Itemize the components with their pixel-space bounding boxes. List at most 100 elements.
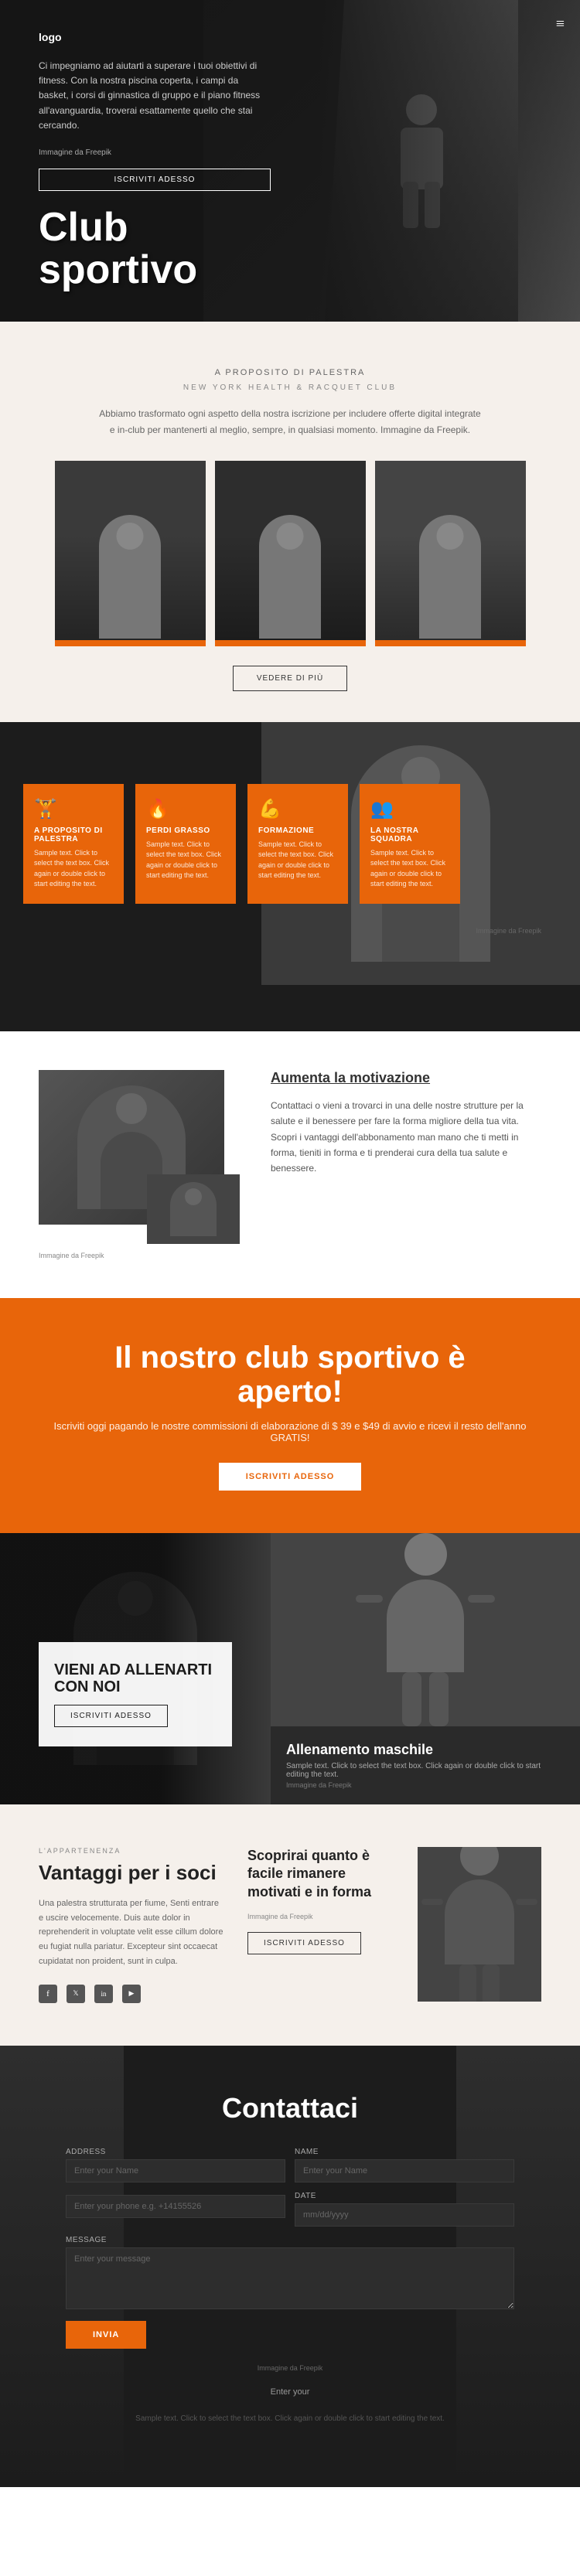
- about-images-row: [39, 461, 541, 646]
- contact-section: Contattaci Address Name Date Message: [0, 2046, 580, 2487]
- hero-attribution: Immagine da Freepik: [39, 148, 271, 157]
- twitter-icon[interactable]: 𝕏: [67, 1985, 85, 2003]
- athlete-figure-2: [215, 461, 366, 646]
- feature-text-4: Sample text. Click to select the text bo…: [370, 848, 449, 890]
- figure-2: [259, 515, 321, 639]
- hamburger-icon: ≡: [556, 15, 565, 32]
- feature-text-1: Sample text. Click to select the text bo…: [34, 848, 113, 890]
- train-right-info: Allenamento maschile Sample text. Click …: [271, 1726, 580, 1804]
- orange-bar-3: [375, 640, 526, 646]
- membership-tag: L'APPARTENENZA: [39, 1847, 224, 1855]
- see-more-button[interactable]: VEDERE DI PIÙ: [233, 666, 347, 691]
- train-right-text: Sample text. Click to select the text bo…: [286, 1762, 565, 1779]
- hero-description: Ci impegniamo ad aiutarti a superare i t…: [39, 59, 271, 133]
- orange-cta-section: Il nostro club sportivo è aperto! Iscriv…: [0, 1298, 580, 1533]
- date-input[interactable]: [295, 2203, 514, 2227]
- name-field-group: Name: [295, 2148, 514, 2182]
- name-label: Name: [295, 2148, 514, 2156]
- feature-card-3: 💪 FORMAZIONE Sample text. Click to selec…: [247, 784, 348, 904]
- feature-text-2: Sample text. Click to select the text bo…: [146, 840, 225, 881]
- feature-cards-container: 🏋 A PROPOSITO DI PALESTRA Sample text. C…: [23, 753, 557, 935]
- train-left-column: VIENI AD ALLENARTI CON NOI ISCRIVITI ADE…: [0, 1533, 271, 1804]
- hero-cta-button[interactable]: ISCRIVITI ADESSO: [39, 169, 271, 191]
- message-label: Message: [66, 2236, 514, 2244]
- train-signup-button[interactable]: ISCRIVITI ADESSO: [54, 1705, 168, 1727]
- feature-text-3: Sample text. Click to select the text bo…: [258, 840, 337, 881]
- train-section: VIENI AD ALLENARTI CON NOI ISCRIVITI ADE…: [0, 1533, 580, 1804]
- gym-icon: 🏋: [34, 798, 113, 820]
- address-field-group: Address: [66, 2148, 285, 2182]
- hero-content: logo Ci impegniamo ad aiutarti a superar…: [0, 0, 309, 322]
- membership-title: Vantaggi per i soci: [39, 1861, 224, 1885]
- membership-signup-button[interactable]: ISCRIVITI ADESSO: [247, 1932, 361, 1954]
- feature-title-4: LA NOSTRA SQUADRA: [370, 826, 449, 843]
- footer-sample-text: Sample text. Click to select the text bo…: [66, 2412, 514, 2425]
- phone-input[interactable]: [66, 2195, 285, 2218]
- submit-button[interactable]: INVIA: [66, 2321, 146, 2349]
- train-right-title: Allenamento maschile: [286, 1742, 565, 1758]
- date-field-group: Date: [295, 2192, 514, 2227]
- contact-title: Contattaci: [39, 2092, 541, 2125]
- youtube-icon[interactable]: ▶: [122, 1985, 141, 2003]
- train-info-box: VIENI AD ALLENARTI CON NOI ISCRIVITI ADE…: [39, 1642, 232, 1746]
- motivation-main-image: [39, 1070, 224, 1225]
- athlete-figure-3: [375, 461, 526, 646]
- contact-attribution: Immagine da Freepik: [39, 2364, 541, 2372]
- figure-1: [99, 515, 161, 639]
- orange-bar-2: [215, 640, 366, 646]
- motivation-title-link[interactable]: Aumenta la motivazione: [271, 1070, 541, 1086]
- feature-title-1: A PROPOSITO DI PALESTRA: [34, 826, 113, 843]
- motivation-section: Immagine da Freepik Aumenta la motivazio…: [0, 1031, 580, 1298]
- fire-icon: 🔥: [146, 798, 225, 820]
- facebook-icon[interactable]: f: [39, 1985, 57, 2003]
- phone-field-group: [66, 2192, 285, 2227]
- about-image-3: [375, 461, 526, 646]
- motivation-image-column: Immagine da Freepik: [39, 1070, 240, 1259]
- feature-card-4: 👥 LA NOSTRA SQUADRA Sample text. Click t…: [360, 784, 460, 904]
- feature-title-3: FORMAZIONE: [258, 826, 337, 835]
- athlete-figure-1: [55, 461, 206, 646]
- about-image-2: [215, 461, 366, 646]
- orange-cta-button[interactable]: ISCRIVITI ADESSO: [219, 1463, 362, 1491]
- address-label: Address: [66, 2148, 285, 2156]
- feature-card-2: 🔥 PERDI GRASSO Sample text. Click to sel…: [135, 784, 236, 904]
- features-section: 🏋 A PROPOSITO DI PALESTRA Sample text. C…: [0, 722, 580, 1031]
- membership-description: Una palestra strutturata per fiume, Sent…: [39, 1896, 224, 1968]
- orange-cta-title: Il nostro club sportivo è aperto!: [39, 1341, 541, 1409]
- features-attribution: Immagine da Freepik: [15, 927, 549, 946]
- feature-card-1: 🏋 A PROPOSITO DI PALESTRA Sample text. C…: [23, 784, 124, 904]
- hero-section: logo Ci impegniamo ad aiutarti a superar…: [0, 0, 580, 322]
- team-icon: 👥: [370, 798, 449, 820]
- feature-title-2: PERDI GRASSO: [146, 826, 225, 835]
- menu-icon[interactable]: ≡: [556, 15, 565, 33]
- membership-image: [418, 1847, 541, 2002]
- date-label: Date: [295, 2192, 514, 2200]
- membership-middle-title: Scoprirai quanto è facile rimanere motiv…: [247, 1847, 394, 1901]
- orange-bar-1: [55, 640, 206, 646]
- message-textarea[interactable]: [66, 2247, 514, 2309]
- membership-left-column: L'APPARTENENZA Vantaggi per i soci Una p…: [39, 1847, 224, 2003]
- train-attribution: Immagine da Freepik: [286, 1781, 565, 1789]
- linkedin-icon[interactable]: in: [94, 1985, 113, 2003]
- message-field-group: Message: [66, 2236, 514, 2309]
- motivation-content: Aumenta la motivazione Contattaci o vien…: [271, 1070, 541, 1192]
- train-male-image: [271, 1533, 580, 1726]
- address-input[interactable]: [66, 2159, 285, 2182]
- membership-middle-column: Scoprirai quanto è facile rimanere motiv…: [247, 1847, 394, 2003]
- motivation-attribution: Immagine da Freepik: [39, 1252, 240, 1259]
- figure-3: [419, 515, 481, 639]
- membership-image-column: [418, 1847, 541, 2003]
- about-subtitle: A proposito di palestra: [39, 368, 541, 377]
- membership-attribution: Immagine da Freepik: [247, 1913, 394, 1920]
- about-description: Abbiamo trasformato ogni aspetto della n…: [97, 406, 483, 438]
- train-right-column: Allenamento maschile Sample text. Click …: [271, 1533, 580, 1804]
- social-icons-row: f 𝕏 in ▶: [39, 1985, 224, 2003]
- about-section: A proposito di palestra NEW YORK HEALTH …: [0, 322, 580, 722]
- name-input[interactable]: [295, 2159, 514, 2182]
- hero-title: Club sportivo: [39, 206, 271, 291]
- about-club-name: NEW YORK HEALTH & RACQUET CLUB: [39, 383, 541, 392]
- contact-form: Address Name Date Message: [66, 2148, 514, 2309]
- membership-section: L'APPARTENENZA Vantaggi per i soci Una p…: [0, 1804, 580, 2046]
- motivation-small-image: [147, 1174, 240, 1244]
- enter-your-label: Enter your: [39, 2387, 541, 2397]
